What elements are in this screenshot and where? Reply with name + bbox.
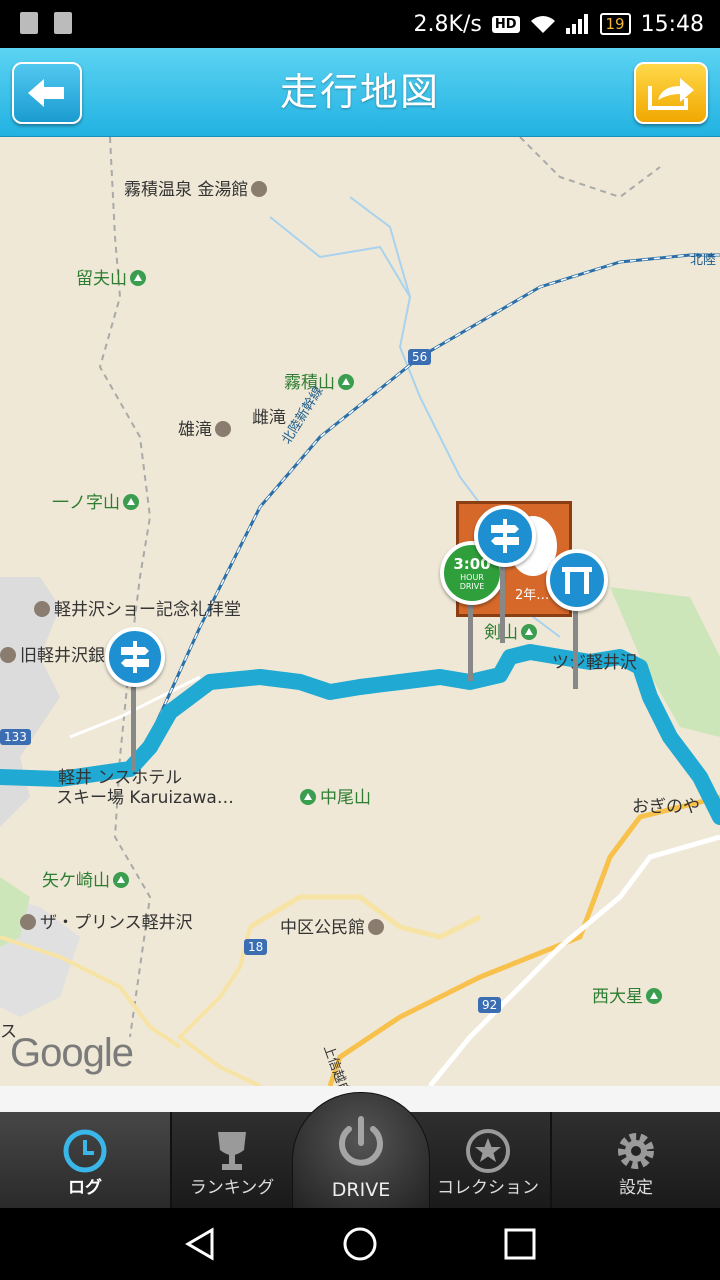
signpost-icon [121, 641, 149, 673]
gallery-notification-icon [20, 12, 38, 34]
hd-icon: HD [491, 15, 520, 33]
tab-ranking[interactable]: ランキング [172, 1112, 292, 1208]
system-navigation-bar [0, 1208, 720, 1280]
star-icon [466, 1129, 510, 1173]
mountain-icon [338, 374, 354, 390]
signpost-pin[interactable] [474, 505, 536, 567]
battery-icon: 19 [599, 13, 631, 35]
pin-pole [468, 595, 473, 681]
map-label: 旧軽井沢銀 [0, 641, 105, 666]
mountain-icon [113, 872, 129, 888]
mountain-icon [300, 789, 316, 805]
map-label: 雌滝 [252, 408, 286, 428]
battery-alert-notification-icon [54, 12, 72, 34]
mountain-icon [521, 624, 537, 640]
map-label: 矢ケ崎山 [42, 866, 129, 891]
map-label: 西大星 [592, 982, 662, 1007]
badge-drive: DRIVE [459, 582, 485, 591]
signal-icon [565, 14, 588, 34]
road-shield: 56 [408, 349, 432, 365]
gear-icon [618, 1133, 654, 1169]
map-label: 一ノ字山 [52, 488, 139, 513]
map-label: 雄滝 [178, 415, 231, 440]
network-speed: 2.8K/s [413, 11, 482, 37]
drive-map[interactable]: 霧積温泉 金湯館 留夫山 霧積山 雄滝 雌滝 一ノ字山 軽井沢ショー記念礼拝堂 … [0, 137, 720, 1086]
gate-icon [562, 567, 592, 594]
poi-icon [0, 647, 16, 663]
wifi-icon [530, 16, 555, 33]
drive-button-label: DRIVE [331, 1179, 391, 1201]
start-signpost-pin[interactable] [105, 627, 165, 687]
pin-pole [573, 603, 578, 689]
map-label: 剣山 [484, 618, 537, 643]
signpost-icon [491, 519, 519, 553]
mountain-icon [123, 494, 139, 510]
map-label: 霧積温泉 金湯館 [124, 175, 268, 200]
hotel-icon [20, 914, 36, 930]
map-label: 中区公民館 [280, 913, 384, 938]
home-nav-icon[interactable] [340, 1224, 380, 1264]
battery-level: 19 [605, 15, 625, 33]
tab-settings[interactable]: 設定 [552, 1112, 720, 1208]
poi-icon [34, 601, 50, 617]
poi-icon [368, 919, 384, 935]
map-label: スキー場 Karuizawa… [56, 788, 234, 808]
road-shield: 92 [478, 997, 502, 1013]
road-shield: 133 [0, 729, 31, 745]
power-icon [339, 1116, 383, 1166]
share-button[interactable] [634, 62, 708, 124]
map-label: 留夫山 [76, 264, 146, 289]
trophy-icon [218, 1132, 246, 1170]
tab-ranking-label: ランキング [189, 1178, 275, 1198]
tab-log-label: ログ [68, 1178, 102, 1198]
mountain-icon [130, 270, 146, 286]
sign-text: 2年… [515, 588, 550, 603]
map-label: 北陸 [690, 253, 717, 268]
pin-pole [500, 557, 505, 643]
google-logo: Google [10, 1031, 134, 1075]
recents-nav-icon[interactable] [500, 1224, 540, 1264]
map-label: 軽井沢ショー記念礼拝堂 [34, 595, 241, 620]
back-nav-icon[interactable] [180, 1224, 220, 1264]
hotel-icon [251, 181, 268, 197]
gate-pin[interactable] [546, 549, 608, 611]
waterfall-icon [215, 421, 231, 437]
mountain-icon [646, 988, 662, 1004]
tab-collection[interactable]: コレクション [428, 1112, 548, 1208]
tab-settings-label: 設定 [619, 1178, 653, 1198]
clock: 15:48 [640, 11, 704, 37]
map-label: ツジ軽井沢 [552, 653, 637, 673]
status-bar: 2.8K/s HD 19 15:48 [0, 0, 720, 48]
tab-log[interactable]: ログ [0, 1112, 170, 1208]
back-button[interactable] [12, 62, 82, 124]
app-header: 走行地図 [0, 48, 720, 138]
road-shield: 18 [244, 939, 268, 955]
clock-icon [63, 1129, 107, 1173]
share-icon [648, 78, 694, 110]
pin-pole [131, 685, 136, 771]
map-label: ザ・プリンス軽井沢 [20, 908, 193, 933]
badge-hour: HOUR [460, 573, 484, 582]
map-label: おぎのや [632, 797, 700, 817]
arrow-left-icon [28, 79, 64, 107]
map-label: 中尾山 [300, 783, 371, 808]
tab-collection-label: コレクション [437, 1178, 539, 1198]
page-title: 走行地図 [279, 70, 440, 114]
